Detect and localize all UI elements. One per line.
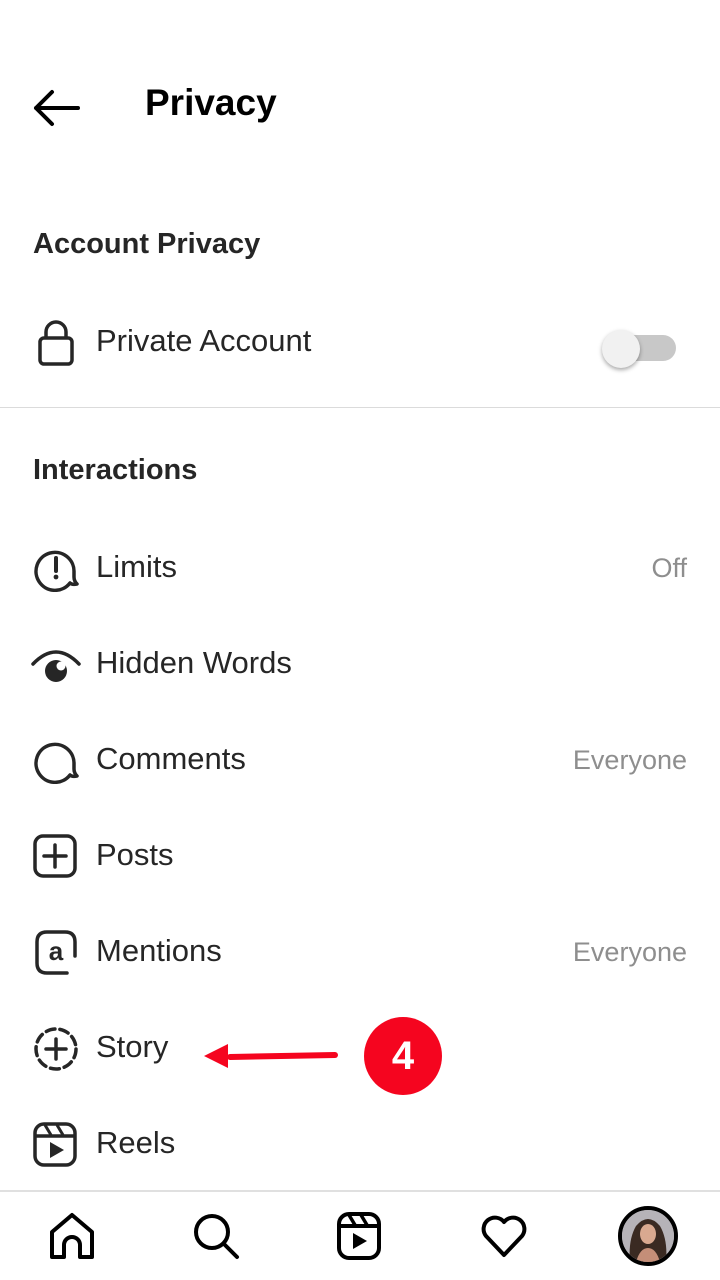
section-title-account-privacy: Account Privacy [33,228,261,260]
header: Privacy [0,0,720,210]
row-reels[interactable]: Reels [0,1105,720,1185]
nav-profile[interactable] [616,1204,680,1268]
row-story[interactable]: Story [0,1009,720,1089]
svg-text:a: a [49,936,64,966]
hidden-words-label: Hidden Words [96,645,292,680]
back-button[interactable] [30,86,82,130]
nav-search[interactable] [184,1204,248,1268]
home-icon [50,1213,94,1259]
row-mentions[interactable]: a Mentions Everyone [0,913,720,993]
arrow-left-icon [34,90,80,126]
at-icon: a [31,930,81,976]
limits-value: Off [651,553,687,583]
search-icon [194,1214,239,1259]
private-account-label: Private Account [96,323,312,358]
page-title: Privacy [145,82,277,123]
row-comments[interactable]: Comments Everyone [0,721,720,801]
lock-icon [31,320,81,366]
alert-bubble-icon [31,546,81,593]
comments-label: Comments [96,741,246,776]
annotation-arrow-icon [204,1044,338,1068]
posts-label: Posts [96,837,174,872]
reels-label: Reels [96,1125,176,1160]
section-title-interactions: Interactions [33,454,198,486]
mentions-value: Everyone [572,937,687,967]
nav-home[interactable] [40,1204,104,1268]
annotation-step-badge: 4 [364,1017,442,1095]
row-hidden-words[interactable]: Hidden Words [0,625,720,705]
mentions-label: Mentions [96,933,222,968]
nav-activity[interactable] [472,1204,536,1268]
divider [0,407,720,408]
bottom-nav [0,1190,720,1280]
avatar [618,1206,678,1266]
heart-icon [481,1215,527,1257]
toggle-thumb [602,330,640,368]
limits-label: Limits [96,549,177,584]
reels-icon [31,1122,81,1168]
comment-icon [31,738,81,785]
row-posts[interactable]: Posts [0,817,720,897]
private-account-toggle[interactable] [602,330,678,368]
row-limits[interactable]: Limits Off [0,529,720,609]
story-label: Story [96,1029,169,1064]
private-account-row[interactable]: Private Account [0,303,720,383]
comments-value: Everyone [572,745,687,775]
eye-icon [31,642,81,688]
reels-icon [337,1212,381,1260]
plus-square-icon [31,834,81,880]
nav-reels[interactable] [327,1204,391,1268]
story-add-icon [31,1026,81,1072]
